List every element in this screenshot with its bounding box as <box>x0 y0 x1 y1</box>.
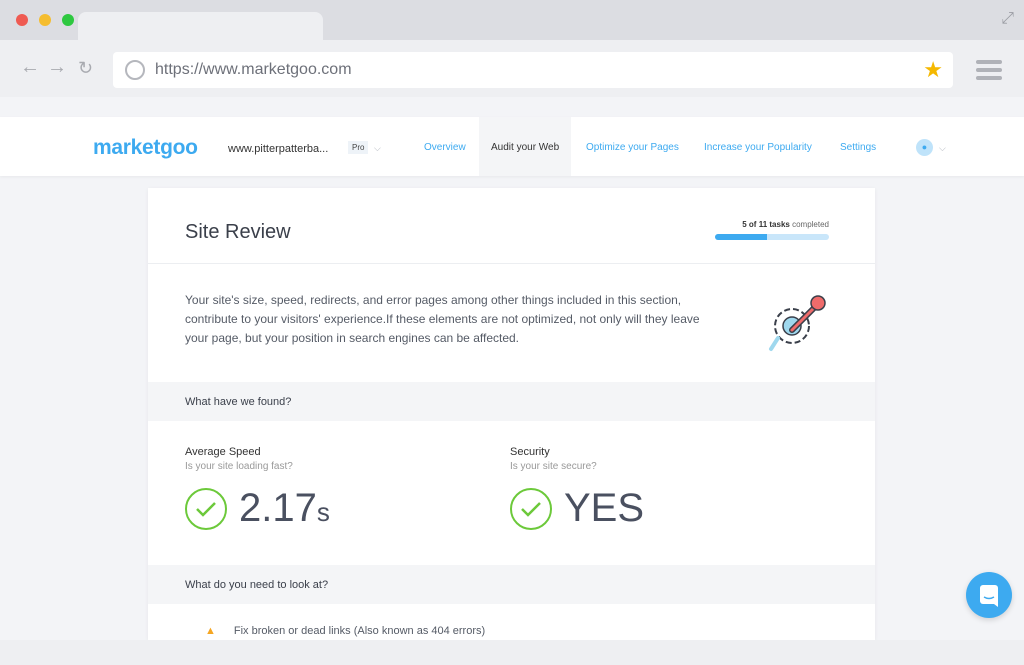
minimize-window-button[interactable] <box>39 14 51 26</box>
forward-icon[interactable]: → <box>47 56 67 79</box>
chevron-down-icon[interactable]: ⌵ <box>374 143 381 154</box>
plan-badge: Pro <box>348 141 369 154</box>
user-avatar-icon[interactable]: ● <box>916 139 933 156</box>
logo[interactable]: marketgoo <box>93 136 198 160</box>
check-circle-icon <box>185 487 227 530</box>
nav-settings[interactable]: Settings <box>840 117 876 176</box>
metric-average-speed: Average Speed Is your site loading fast?… <box>185 446 330 530</box>
address-bar[interactable]: https://www.marketgoo.com ★ <box>113 52 953 88</box>
browser-tab[interactable] <box>78 12 323 40</box>
section-description: Your site's size, speed, redirects, and … <box>185 293 700 345</box>
chevron-down-icon[interactable]: ⌵ <box>939 143 946 154</box>
gear-thermometer-icon <box>769 295 826 351</box>
maximize-window-button[interactable] <box>62 14 74 26</box>
top-nav: marketgoo www.pitterpatterba... Pro ⌵ Ov… <box>0 117 1024 176</box>
back-icon[interactable]: ← <box>20 56 40 79</box>
url-text: https://www.marketgoo.com <box>155 61 352 78</box>
look-section-header: What do you need to look at? <box>148 565 875 604</box>
browser-menu-icon[interactable] <box>976 60 1002 84</box>
bookmark-star-icon[interactable]: ★ <box>923 57 943 83</box>
site-review-card: Site Review 5 of 11 tasks completed Your… <box>148 188 875 640</box>
globe-icon <box>125 60 145 80</box>
site-selector[interactable]: www.pitterpatterba... <box>228 143 328 155</box>
list-item[interactable]: ▲ Fix broken or dead links (Also known as… <box>205 625 485 637</box>
expand-icon[interactable]: ⤢ <box>1001 10 1014 28</box>
nav-increase-popularity[interactable]: Increase your Popularity <box>704 117 812 176</box>
chat-button[interactable] <box>966 572 1012 618</box>
page-title: Site Review <box>185 221 291 243</box>
browser-titlebar: ⤢ <box>0 0 1024 40</box>
reload-icon[interactable]: ↻ <box>78 58 93 79</box>
nav-optimize-pages[interactable]: Optimize your Pages <box>586 117 679 176</box>
warning-icon: ▲ <box>205 625 216 637</box>
tasks-progress-text: 5 of 11 tasks completed <box>742 220 829 229</box>
found-section-header: What have we found? <box>148 382 875 421</box>
nav-audit-your-web[interactable]: Audit your Web <box>479 117 572 176</box>
close-window-button[interactable] <box>16 14 28 26</box>
check-circle-icon <box>510 487 552 530</box>
tasks-progress-bar <box>715 234 829 240</box>
metric-security: Security Is your site secure? YES <box>510 446 645 530</box>
chat-icon <box>980 585 998 607</box>
nav-overview[interactable]: Overview <box>424 117 466 176</box>
